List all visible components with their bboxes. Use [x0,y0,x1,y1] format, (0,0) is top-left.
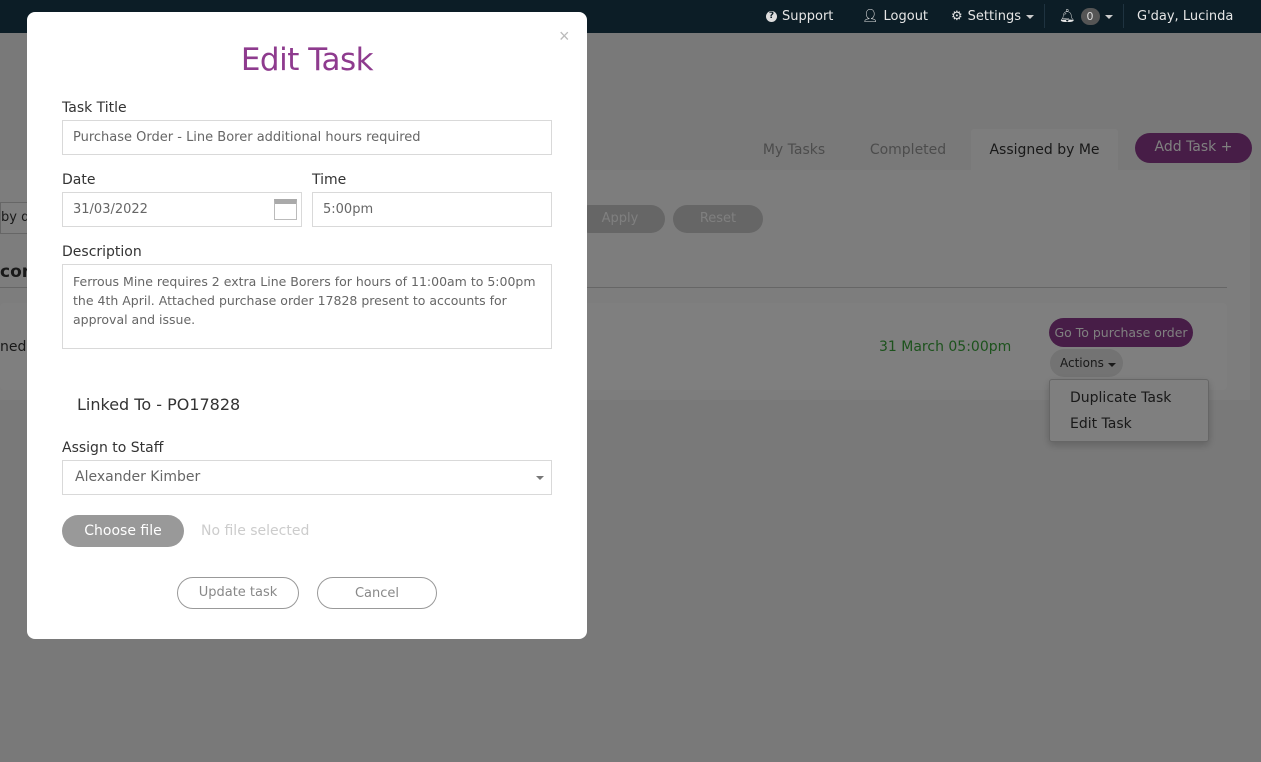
update-task-button[interactable]: Update task [177,577,299,609]
choose-file-button[interactable]: Choose file [62,515,184,547]
divider [1123,4,1124,28]
assign-staff-value: Alexander Kimber [75,469,201,485]
description-label: Description [62,244,142,260]
user-icon: 👤︎ [862,9,879,24]
settings-dropdown[interactable]: ⚙ Settings [951,0,1034,33]
chevron-down-icon [536,476,544,480]
bell-icon: 🔔︎ [1059,9,1076,24]
cancel-button[interactable]: Cancel [317,577,437,609]
gear-icon: ⚙ [951,9,963,24]
divider [1044,4,1045,28]
user-greeting[interactable]: G'day, Lucinda [1137,0,1233,33]
date-input[interactable]: 31/03/2022 [62,192,302,227]
calendar-icon[interactable] [274,199,297,220]
description-textarea[interactable]: Ferrous Mine requires 2 extra Line Borer… [62,264,552,349]
support-link[interactable]: ? Support [766,0,833,33]
task-title-input[interactable]: Purchase Order - Line Borer additional h… [62,120,552,155]
time-input[interactable]: 5:00pm [312,192,552,227]
time-label: Time [312,172,347,188]
task-title-label: Task Title [62,100,127,116]
date-value: 31/03/2022 [73,202,148,217]
modal-title: Edit Task [240,42,374,78]
no-file-selected-text: No file selected [201,523,310,539]
date-label: Date [62,172,96,188]
notification-count-badge: 0 [1080,8,1100,25]
notifications-dropdown[interactable]: 🔔︎ 0 [1059,0,1113,33]
chevron-down-icon [1104,14,1113,19]
linked-to-text: Linked To - PO17828 [77,395,241,414]
support-label: Support [782,9,834,24]
edit-task-modal: × Edit Task Task Title Purchase Order - … [27,12,587,639]
assign-staff-select[interactable]: Alexander Kimber [62,460,552,495]
assign-to-staff-label: Assign to Staff [62,440,164,456]
settings-label: Settings [967,9,1021,24]
question-circle-icon: ? [766,11,777,22]
logout-link[interactable]: 👤︎ Logout [862,0,928,33]
logout-label: Logout [883,9,929,24]
chevron-down-icon [1025,14,1034,19]
